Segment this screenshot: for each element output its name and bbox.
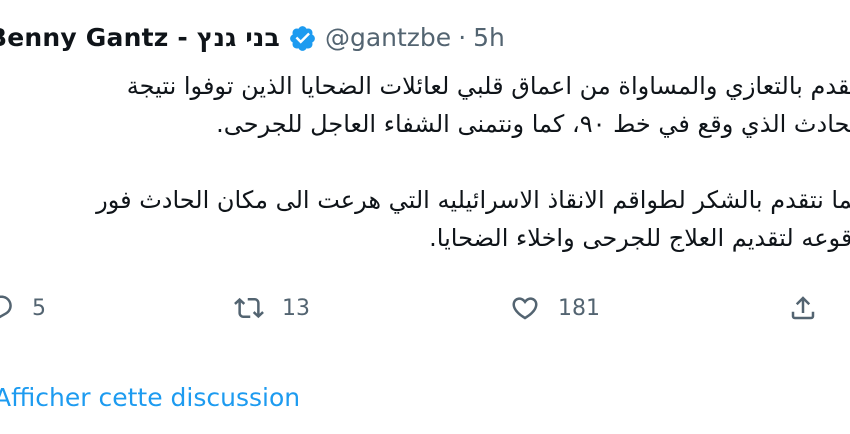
share-button[interactable] <box>788 288 818 328</box>
tweet-text-paragraph-2: كما نتقدم بالشكر لطواقم الانقاذ الاسرائي… <box>0 181 850 257</box>
tweet-text-line: نتقدم بالتعازي والمساواة من اعماق قلبي ل… <box>126 72 850 100</box>
verified-badge-icon <box>288 24 317 53</box>
heart-icon <box>510 293 540 323</box>
tweet: Benny Gantz - בני גנץ @gantzbe · 5h نتقد… <box>0 0 850 434</box>
tweet-text-line: الحادث الذي وقع في خط ٩٠، كما ونتمنى الش… <box>216 110 850 138</box>
retweet-button[interactable]: 13 <box>234 288 310 328</box>
tweet-header: Benny Gantz - בני גנץ @gantzbe · 5h <box>0 21 505 55</box>
reply-icon <box>0 293 14 323</box>
tweet-text-line: كما نتقدم بالشكر لطواقم الانقاذ الاسرائي… <box>96 186 850 214</box>
tweet-text-paragraph-1: نتقدم بالتعازي والمساواة من اعماق قلبي ل… <box>0 67 850 143</box>
like-button[interactable]: 181 <box>510 288 600 328</box>
share-icon <box>788 293 818 323</box>
user-handle[interactable]: @gantzbe <box>325 21 451 55</box>
reply-button[interactable]: 5 <box>0 288 46 328</box>
reply-count: 5 <box>32 295 46 321</box>
separator-dot: · <box>458 23 467 52</box>
display-name[interactable]: Benny Gantz - בני גנץ <box>0 21 280 55</box>
like-count: 181 <box>558 295 600 321</box>
timestamp[interactable]: 5h <box>473 21 505 55</box>
show-thread-link[interactable]: Afficher cette discussion <box>0 383 300 412</box>
action-bar: 5 13 181 <box>0 288 850 328</box>
retweet-icon <box>234 293 264 323</box>
tweet-text-line: وقوعه لتقديم العلاج للجرحى واخلاء الضحاي… <box>429 224 850 252</box>
retweet-count: 13 <box>282 295 310 321</box>
